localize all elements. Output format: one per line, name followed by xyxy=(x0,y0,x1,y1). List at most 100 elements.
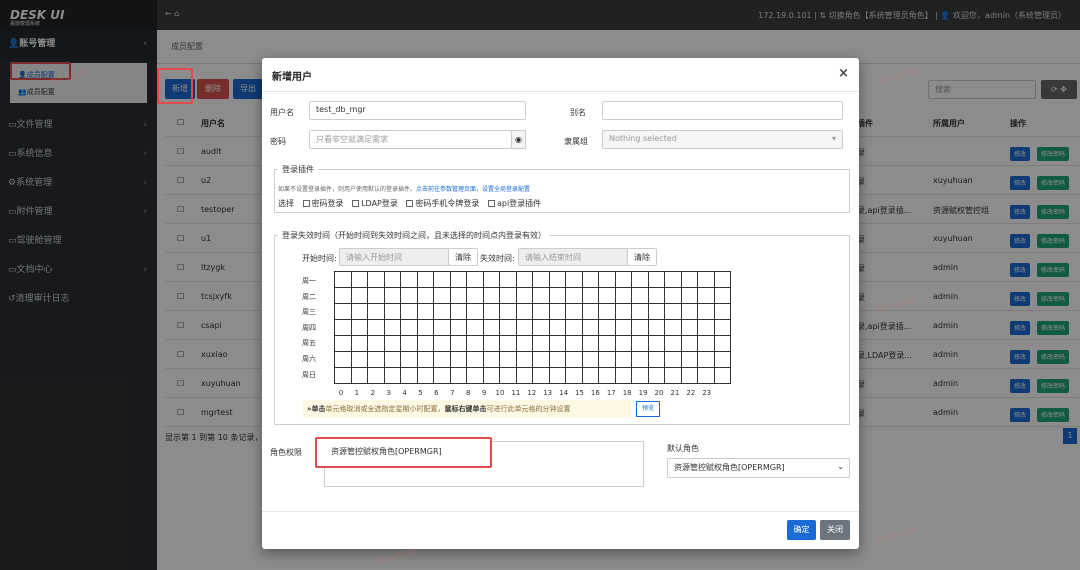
time-cell[interactable] xyxy=(614,271,632,288)
time-cell[interactable] xyxy=(548,303,566,320)
time-cell[interactable] xyxy=(466,303,484,320)
time-cell[interactable] xyxy=(350,271,368,288)
time-cell[interactable] xyxy=(565,271,583,288)
time-cell[interactable] xyxy=(565,287,583,304)
time-cell[interactable] xyxy=(449,351,467,368)
time-cell[interactable] xyxy=(647,335,665,352)
preview-button[interactable]: 预览 xyxy=(636,401,660,417)
time-cell[interactable] xyxy=(367,287,385,304)
time-cell[interactable] xyxy=(449,303,467,320)
time-cell[interactable] xyxy=(515,367,533,384)
time-cell[interactable] xyxy=(532,319,550,336)
time-cell[interactable] xyxy=(697,271,715,288)
time-cell[interactable] xyxy=(433,303,451,320)
time-cell[interactable] xyxy=(680,351,698,368)
confirm-button[interactable]: 确定 xyxy=(787,520,816,540)
checkbox[interactable] xyxy=(487,200,495,207)
time-cell[interactable] xyxy=(334,367,352,384)
time-cell[interactable] xyxy=(631,271,649,288)
time-cell[interactable] xyxy=(680,287,698,304)
time-cell[interactable] xyxy=(466,351,484,368)
time-cell[interactable] xyxy=(532,367,550,384)
time-cell[interactable] xyxy=(400,351,418,368)
time-cell[interactable] xyxy=(565,303,583,320)
time-cell[interactable] xyxy=(548,367,566,384)
time-cell[interactable] xyxy=(433,271,451,288)
time-cell[interactable] xyxy=(548,319,566,336)
time-cell[interactable] xyxy=(499,335,517,352)
time-cell[interactable] xyxy=(499,319,517,336)
time-cell[interactable] xyxy=(383,335,401,352)
time-cell[interactable] xyxy=(581,319,599,336)
time-cell[interactable] xyxy=(400,335,418,352)
time-cell[interactable] xyxy=(647,351,665,368)
close-button[interactable]: 关闭 xyxy=(820,520,850,540)
time-cell[interactable] xyxy=(515,271,533,288)
time-cell[interactable] xyxy=(400,367,418,384)
time-cell[interactable] xyxy=(482,351,500,368)
time-cell[interactable] xyxy=(400,271,418,288)
time-cell[interactable] xyxy=(416,271,434,288)
time-cell[interactable] xyxy=(598,287,616,304)
time-cell[interactable] xyxy=(581,287,599,304)
time-cell[interactable] xyxy=(433,319,451,336)
time-cell[interactable] xyxy=(647,271,665,288)
time-cell[interactable] xyxy=(548,271,566,288)
time-cell[interactable] xyxy=(713,303,731,320)
time-cell[interactable] xyxy=(416,335,434,352)
time-cell[interactable] xyxy=(614,303,632,320)
time-cell[interactable] xyxy=(482,271,500,288)
time-cell[interactable] xyxy=(334,351,352,368)
time-cell[interactable] xyxy=(433,335,451,352)
time-cell[interactable] xyxy=(697,287,715,304)
time-cell[interactable] xyxy=(713,319,731,336)
time-cell[interactable] xyxy=(548,287,566,304)
time-cell[interactable] xyxy=(565,351,583,368)
checkbox[interactable] xyxy=(352,200,360,207)
time-cell[interactable] xyxy=(400,303,418,320)
time-cell[interactable] xyxy=(367,367,385,384)
time-cell[interactable] xyxy=(466,367,484,384)
time-cell[interactable] xyxy=(713,287,731,304)
time-cell[interactable] xyxy=(532,351,550,368)
time-cell[interactable] xyxy=(713,335,731,352)
time-cell[interactable] xyxy=(581,351,599,368)
group-select[interactable]: Nothing selected ▾ xyxy=(602,130,843,149)
time-cell[interactable] xyxy=(598,335,616,352)
time-cell[interactable] xyxy=(680,335,698,352)
time-cell[interactable] xyxy=(350,335,368,352)
time-cell[interactable] xyxy=(532,335,550,352)
time-cell[interactable] xyxy=(548,351,566,368)
time-cell[interactable] xyxy=(515,303,533,320)
time-cell[interactable] xyxy=(449,319,467,336)
time-cell[interactable] xyxy=(631,303,649,320)
time-cell[interactable] xyxy=(614,367,632,384)
time-cell[interactable] xyxy=(631,319,649,336)
time-cell[interactable] xyxy=(499,351,517,368)
param-page-link[interactable]: 点击前往参数管理页面， xyxy=(416,186,482,193)
time-cell[interactable] xyxy=(647,303,665,320)
time-cell[interactable] xyxy=(631,367,649,384)
time-cell[interactable] xyxy=(664,335,682,352)
time-cell[interactable] xyxy=(367,351,385,368)
time-grid[interactable] xyxy=(334,271,731,384)
alias-input[interactable] xyxy=(602,101,843,120)
time-cell[interactable] xyxy=(350,319,368,336)
time-cell[interactable] xyxy=(680,303,698,320)
clear-end-button[interactable]: 清除 xyxy=(627,248,657,266)
time-cell[interactable] xyxy=(647,367,665,384)
time-cell[interactable] xyxy=(482,287,500,304)
time-cell[interactable] xyxy=(334,335,352,352)
time-cell[interactable] xyxy=(664,351,682,368)
time-cell[interactable] xyxy=(532,303,550,320)
time-cell[interactable] xyxy=(416,367,434,384)
time-cell[interactable] xyxy=(515,319,533,336)
time-cell[interactable] xyxy=(383,303,401,320)
time-cell[interactable] xyxy=(416,351,434,368)
time-cell[interactable] xyxy=(334,319,352,336)
eye-icon[interactable]: ◉ xyxy=(511,130,526,149)
time-cell[interactable] xyxy=(664,303,682,320)
time-cell[interactable] xyxy=(697,351,715,368)
time-cell[interactable] xyxy=(680,271,698,288)
time-cell[interactable] xyxy=(482,303,500,320)
